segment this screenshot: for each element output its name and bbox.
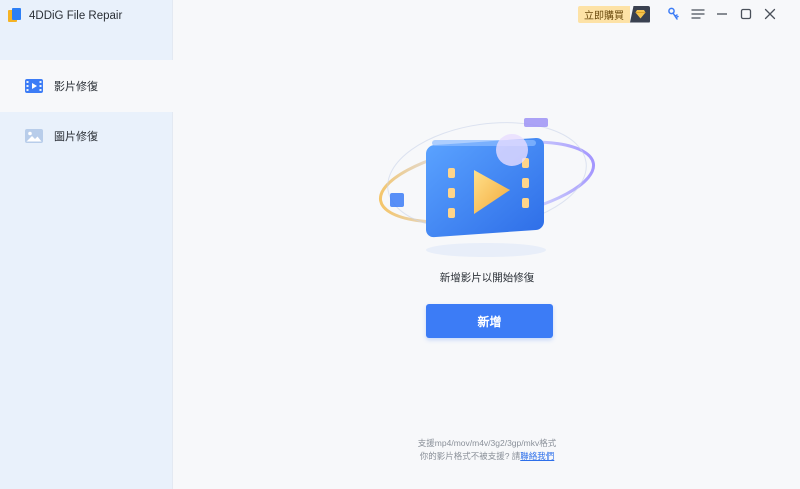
app-logo-icon — [8, 8, 22, 24]
contact-us-link[interactable]: 聯絡我們 — [520, 451, 554, 461]
sidebar-item-video-repair[interactable]: 影片修復 — [0, 60, 173, 112]
sidebar-item-label: 影片修復 — [54, 81, 98, 93]
app-title: 4DDiG File Repair — [29, 10, 123, 22]
app-brand: 4DDiG File Repair — [8, 8, 122, 24]
sidebar: 4DDiG File Repair 影片修復 圖片修復 — [0, 0, 173, 489]
unsupported-format-note: 你的影片格式不被支援? 請聯絡我們 — [174, 450, 800, 463]
add-video-button[interactable]: 新增 — [426, 304, 553, 338]
unsupported-format-prefix: 你的影片格式不被支援? 請 — [419, 451, 521, 461]
sidebar-item-image-repair[interactable]: 圖片修復 — [0, 110, 173, 162]
add-video-hint: 新增影片以開始修復 — [439, 272, 535, 284]
video-icon — [24, 78, 44, 94]
sidebar-item-label: 圖片修復 — [54, 131, 98, 143]
image-icon — [24, 128, 44, 144]
supported-formats-text: 支援mp4/mov/m4v/3g2/3gp/mkv格式 — [417, 438, 557, 448]
video-repair-illustration — [364, 110, 604, 260]
main-panel: 新增影片以開始修復 新增 支援mp4/mov/m4v/3g2/3gp/mkv格式… — [174, 0, 800, 489]
